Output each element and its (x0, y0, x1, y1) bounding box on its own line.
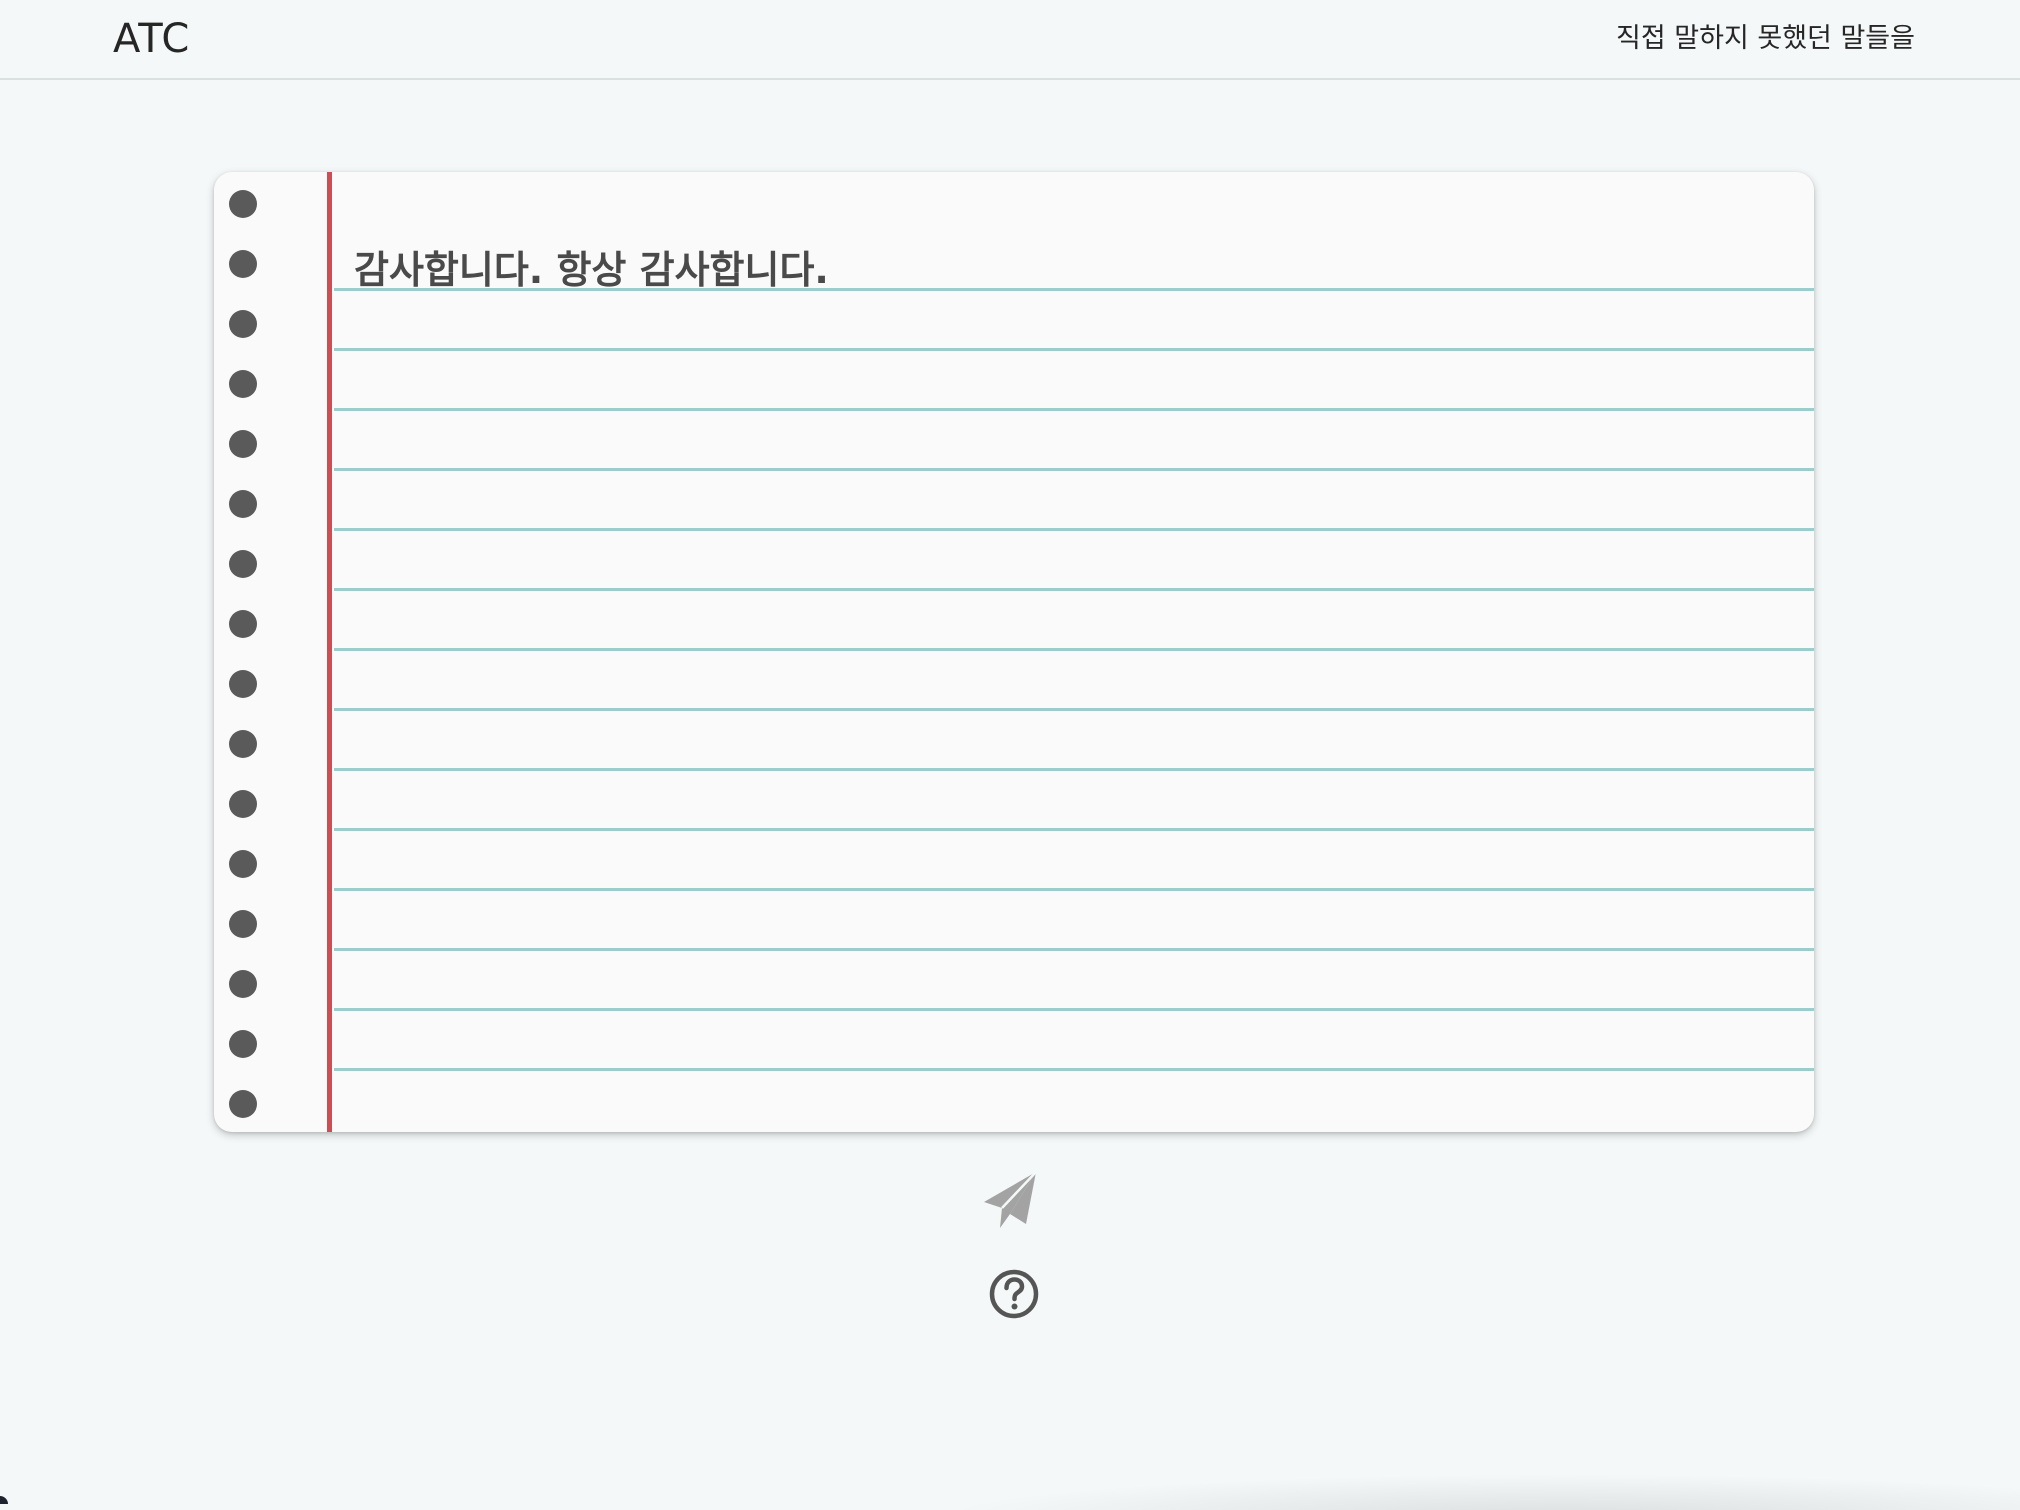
help-button[interactable] (988, 1268, 1040, 1320)
binder-hole (229, 970, 257, 998)
binder-hole (229, 490, 257, 518)
binder-holes (229, 190, 259, 1120)
message-input[interactable] (354, 236, 1794, 296)
binder-hole (229, 1030, 257, 1058)
ruled-line (334, 588, 1814, 591)
brand-logo[interactable]: ATC (113, 16, 190, 62)
binder-hole (229, 370, 257, 398)
binder-hole (229, 550, 257, 578)
ruled-line (334, 648, 1814, 651)
ruled-line (334, 708, 1814, 711)
binder-hole (229, 670, 257, 698)
binder-hole (229, 190, 257, 218)
binder-hole (229, 790, 257, 818)
ruled-line (334, 888, 1814, 891)
ruled-line (334, 408, 1814, 411)
margin-line (327, 172, 332, 1132)
footer-shadow (880, 1470, 2020, 1510)
ruled-line (334, 468, 1814, 471)
header-tagline-link[interactable]: 직접 말하지 못했던 말들을 (1616, 16, 1915, 55)
question-circle-icon (989, 1269, 1039, 1319)
binder-hole (229, 250, 257, 278)
ruled-line (334, 828, 1814, 831)
ruled-line (334, 768, 1814, 771)
top-navbar: ATC 직접 말하지 못했던 말들을 (0, 0, 2020, 80)
ruled-line (334, 348, 1814, 351)
send-button[interactable] (982, 1168, 1042, 1232)
binder-hole (229, 730, 257, 758)
binder-hole (229, 850, 257, 878)
binder-hole (229, 910, 257, 938)
notebook-paper (214, 172, 1814, 1132)
binder-hole (229, 430, 257, 458)
ruled-line (334, 1008, 1814, 1011)
binder-hole (229, 310, 257, 338)
ruled-line (334, 528, 1814, 531)
ruled-line (334, 948, 1814, 951)
paper-plane-icon (984, 1171, 1037, 1228)
ruled-line (334, 1068, 1814, 1071)
window-corner (0, 1496, 8, 1504)
binder-hole (229, 1090, 257, 1118)
binder-hole (229, 610, 257, 638)
